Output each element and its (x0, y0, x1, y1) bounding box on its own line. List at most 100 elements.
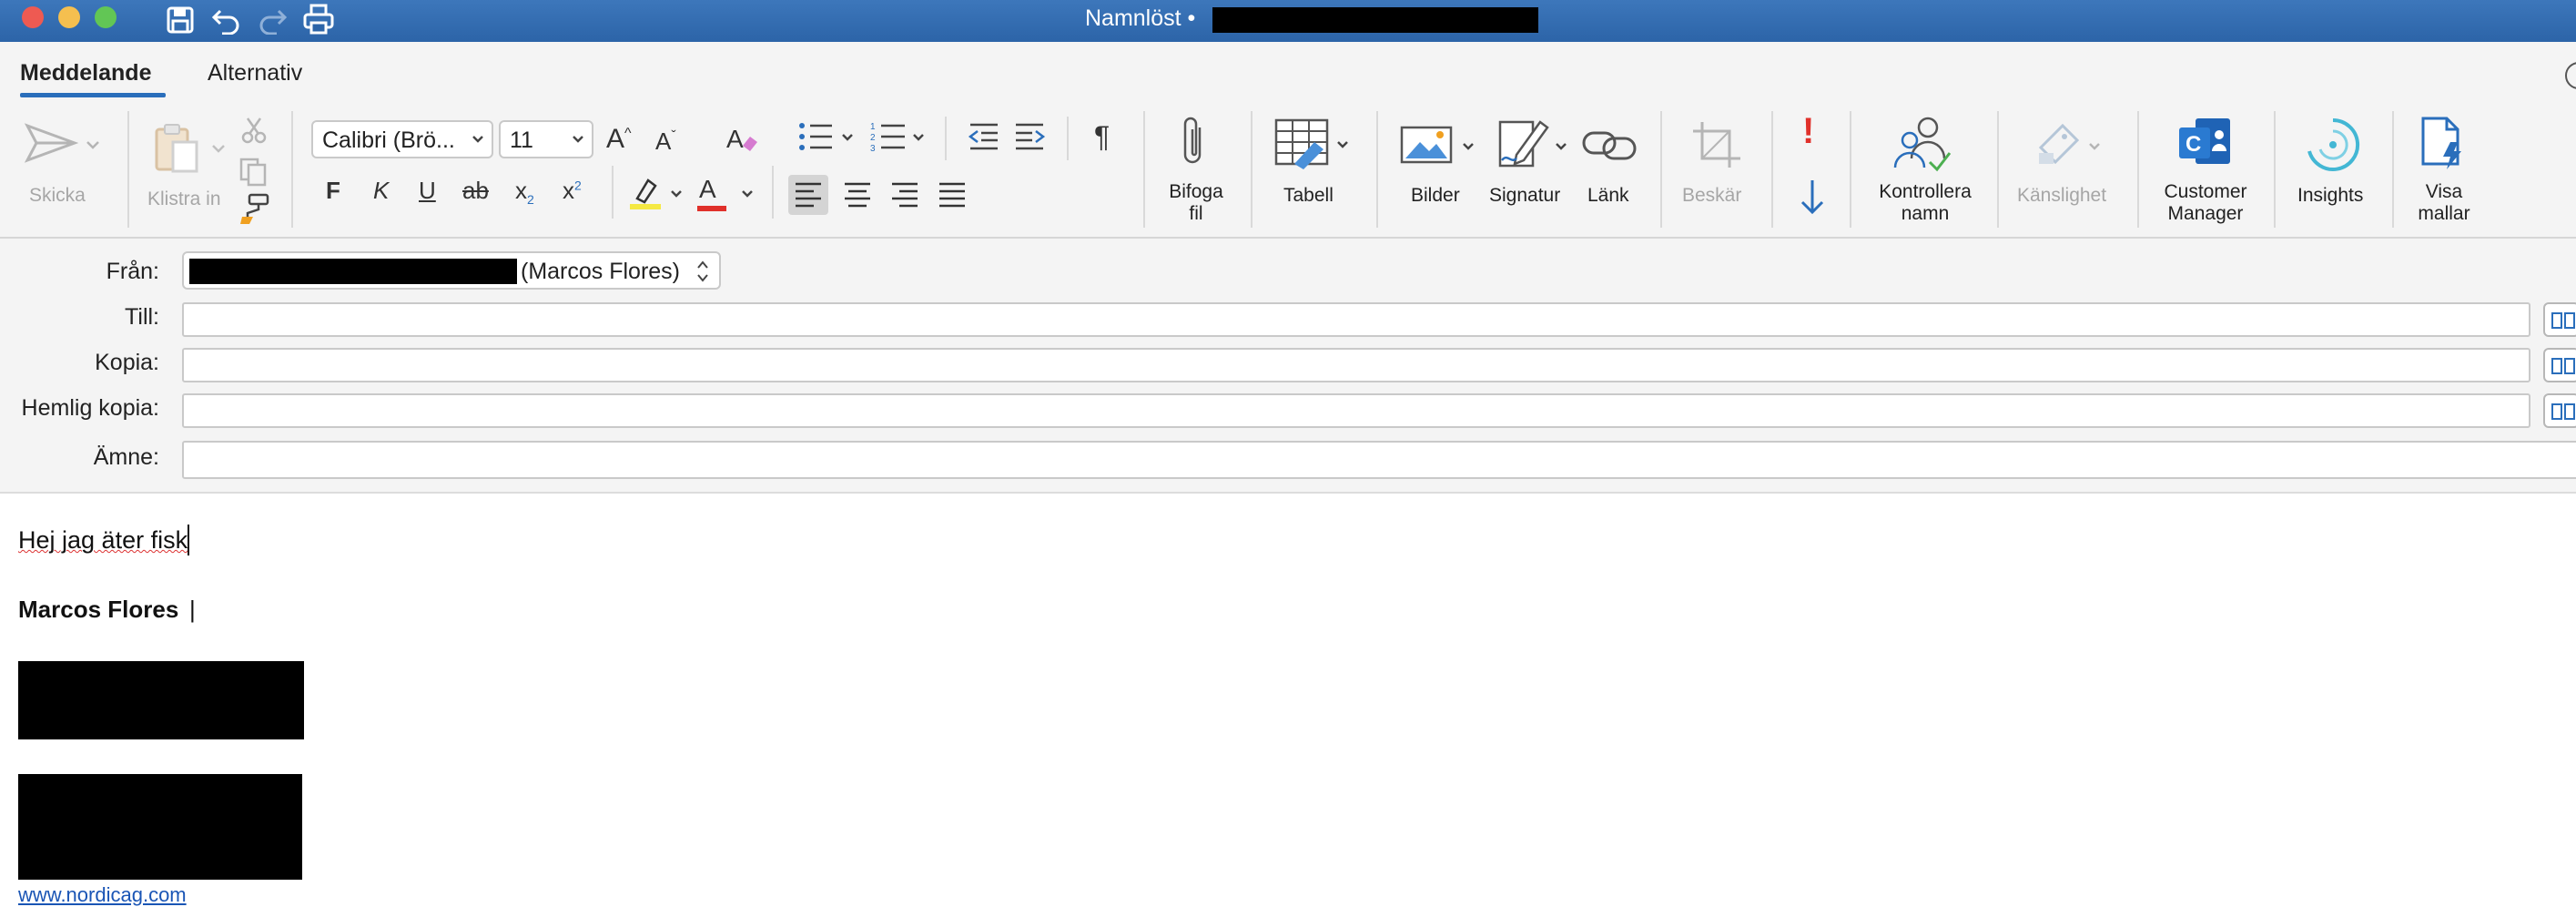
separator (1660, 111, 1662, 228)
align-right-icon[interactable] (890, 182, 919, 208)
message-body[interactable]: Hej jag äter fisk Marcos Flores | www.no… (0, 494, 2576, 906)
active-tab-indicator (20, 93, 166, 97)
redacted-signature-image (18, 774, 302, 880)
copy-icon[interactable] (238, 157, 268, 188)
link-icon (1582, 131, 1637, 160)
ribbon-tabs: Meddelande Alternativ (0, 42, 2576, 106)
minimize-window-button[interactable] (58, 6, 80, 28)
from-dropdown[interactable]: (Marcos Flores) (182, 251, 721, 290)
separator (1067, 117, 1069, 160)
italic-button[interactable]: K (373, 177, 389, 205)
chevron-down-icon[interactable] (741, 189, 754, 199)
svg-text:1: 1 (870, 122, 876, 132)
clear-formatting-icon[interactable]: A (725, 122, 759, 155)
sensitivity-label: Känslighet (2017, 185, 2107, 206)
font-color-swatch (697, 206, 726, 211)
view-templates-button[interactable]: Visa mallar (2403, 111, 2485, 229)
chevron-down-icon[interactable] (86, 140, 100, 149)
separator (1850, 111, 1851, 228)
svg-text:C: C (2186, 132, 2201, 157)
separator (291, 111, 293, 228)
separator (2137, 111, 2139, 228)
font-size-dropdown[interactable]: 11 (499, 120, 593, 158)
cut-icon[interactable] (240, 117, 268, 144)
justify-icon[interactable] (938, 182, 967, 208)
low-importance-icon[interactable] (1799, 178, 1826, 215)
svg-text:2: 2 (870, 133, 876, 143)
chevron-down-icon[interactable] (912, 133, 925, 142)
link-button[interactable]: Länk (1582, 111, 1640, 229)
bcc-address-book-button[interactable] (2543, 393, 2576, 428)
separator (1143, 111, 1145, 228)
strikethrough-button[interactable]: ab (462, 177, 489, 205)
shrink-font-icon[interactable]: Aˇ (655, 127, 676, 156)
increase-indent-icon[interactable] (1014, 122, 1047, 151)
high-importance-icon[interactable]: ! (1802, 111, 1814, 152)
sensitivity-button[interactable]: Känslighet (2012, 111, 2121, 229)
font-color-glyph[interactable]: A (699, 175, 716, 204)
show-formatting-icon[interactable]: ¶ (1094, 120, 1110, 154)
bcc-field[interactable] (182, 393, 2530, 428)
zoom-window-button[interactable] (95, 6, 117, 28)
font-name-value: Calibri (Brö... (322, 127, 455, 153)
highlight-icon[interactable] (628, 175, 664, 211)
close-window-button[interactable] (22, 6, 44, 28)
separator (2274, 111, 2276, 228)
feedback-icon[interactable] (2565, 62, 2576, 89)
crop-button[interactable]: Beskär (1673, 111, 1760, 229)
check-names-icon (1893, 117, 1952, 172)
underline-button[interactable]: U (419, 177, 436, 205)
tab-options[interactable]: Alternativ (208, 60, 302, 87)
signature-button[interactable]: Signatur (1487, 111, 1578, 229)
bold-button[interactable]: F (326, 177, 340, 205)
view-templates-label-2: mallar (2418, 203, 2470, 224)
align-center-icon[interactable] (843, 182, 872, 208)
check-names-button[interactable]: Kontrollera namn (1866, 111, 1984, 229)
crop-icon (1693, 122, 1740, 168)
to-address-book-button[interactable] (2543, 302, 2576, 337)
redacted-title (1212, 7, 1538, 33)
updown-chevron-icon (697, 260, 708, 282)
send-button[interactable]: Skicka (16, 115, 107, 224)
redacted-signature-block (18, 661, 304, 739)
bullet-list-icon[interactable] (797, 120, 834, 153)
chevron-down-icon (573, 136, 583, 143)
paste-label: Klistra in (147, 189, 221, 209)
table-button[interactable]: Tabell (1265, 111, 1365, 229)
tab-message[interactable]: Meddelande (20, 60, 151, 87)
cc-label: Kopia: (95, 350, 159, 375)
superscript-button[interactable]: x2 (563, 177, 582, 205)
customer-manager-icon: C (2179, 118, 2230, 164)
customer-manager-label-1: Customer (2164, 181, 2247, 202)
redo-icon[interactable] (257, 5, 288, 35)
address-book-icon (2551, 358, 2575, 374)
subject-field[interactable] (182, 441, 2576, 479)
customer-manager-button[interactable]: C Customer Manager (2148, 111, 2263, 229)
format-painter-icon[interactable] (238, 193, 269, 226)
pictures-label: Bilder (1411, 185, 1460, 206)
decrease-indent-icon[interactable] (967, 122, 999, 151)
save-icon[interactable] (166, 5, 195, 35)
print-icon[interactable] (302, 4, 335, 35)
send-label: Skicka (29, 185, 86, 206)
align-left-button[interactable] (788, 175, 828, 215)
numbered-list-icon[interactable]: 1 2 3 (870, 120, 907, 153)
attach-label-2: fil (1189, 203, 1203, 224)
subscript-button[interactable]: x2 (515, 177, 534, 207)
message-header-fields: Från: (Marcos Flores) Till: Kopia: Hemli… (0, 239, 2576, 494)
insights-button[interactable]: Insights (2285, 111, 2381, 229)
pictures-button[interactable]: Bilder (1393, 111, 1480, 229)
font-name-dropdown[interactable]: Calibri (Brö... (311, 120, 493, 158)
chevron-down-icon[interactable] (841, 133, 854, 142)
signature-label: Signatur (1489, 185, 1561, 206)
grow-font-icon[interactable]: A^ (606, 124, 632, 155)
website-link[interactable]: www.nordicag.com (18, 883, 187, 907)
chevron-down-icon (1556, 143, 1567, 150)
undo-icon[interactable] (211, 5, 242, 35)
cc-address-book-button[interactable] (2543, 348, 2576, 382)
attach-file-button[interactable]: Bifoga fil (1156, 111, 1238, 229)
chevron-down-icon[interactable] (211, 144, 226, 153)
to-field[interactable] (182, 302, 2530, 337)
cc-field[interactable] (182, 348, 2530, 382)
chevron-down-icon[interactable] (670, 189, 683, 199)
